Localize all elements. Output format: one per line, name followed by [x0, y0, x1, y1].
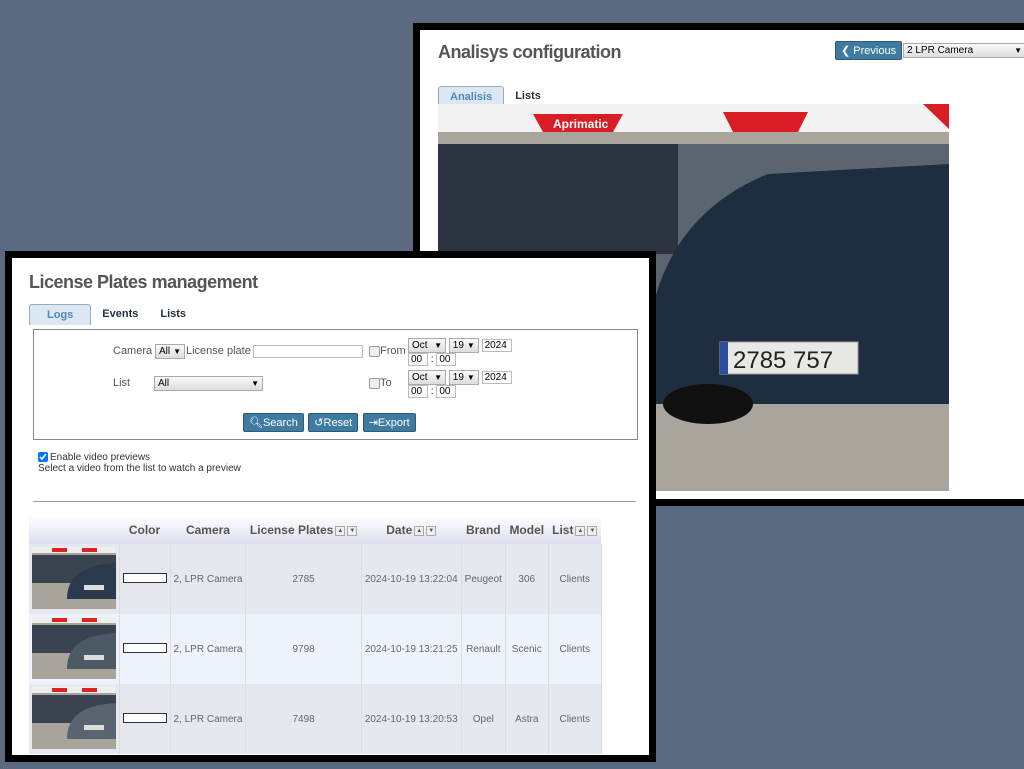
plate-text: 2785 757 — [733, 347, 833, 374]
from-minute-input[interactable]: 00 — [436, 353, 457, 366]
enable-preview-label: Enable video previews — [50, 452, 151, 463]
tab-events[interactable]: Events — [91, 304, 149, 325]
column-header[interactable]: License Plates ▲ ▼ — [245, 516, 362, 544]
color-swatch — [122, 572, 167, 583]
tab-lists[interactable]: Lists — [149, 304, 197, 325]
camera-select[interactable]: All — [155, 344, 185, 359]
to-hour-input[interactable]: 00 — [408, 385, 428, 398]
sort-asc-icon[interactable]: ▲ — [335, 525, 346, 536]
license-plate-label: License plate — [186, 345, 251, 357]
enable-preview-checkbox[interactable] — [38, 452, 48, 463]
reset-icon: ↺ — [314, 417, 324, 429]
table-row[interactable]: 2, LPR Camera 7498 2024-10-19 13:20:53 Opel… — [29, 684, 602, 754]
cell-camera: 2, LPR Camera — [170, 684, 247, 754]
column-header[interactable]: Model — [505, 516, 549, 544]
from-day-select[interactable]: 19 — [448, 338, 479, 353]
camera-label: Camera — [113, 345, 153, 357]
column-header[interactable]: Brand — [461, 516, 506, 544]
cell-date: 2024-10-19 13:21:25 — [361, 614, 462, 684]
export-icon: ⇥ — [368, 417, 378, 429]
color-swatch — [122, 642, 167, 653]
cell-brand: Renault — [461, 614, 506, 684]
previous-button[interactable]: ❮ Previous — [835, 41, 903, 60]
list-label: List — [113, 377, 131, 389]
color-swatch — [122, 712, 167, 723]
page-title: License Plates management — [29, 272, 258, 292]
cell-model: 306 — [505, 544, 549, 614]
column-header[interactable]: List ▲ ▼ — [548, 516, 602, 544]
sort-desc-icon[interactable]: ▼ — [347, 525, 358, 536]
to-checkbox[interactable] — [369, 377, 380, 389]
vehicle-thumbnail[interactable] — [31, 546, 116, 609]
table-row[interactable]: 2, LPR Camera 2785 2024-10-19 13:22:04 Peug… — [29, 544, 602, 614]
plates-table: Color Camera License Plates ▲ ▼ Date ▲ ▼ Brand Mo… — [29, 516, 602, 754]
list-select[interactable]: All — [154, 376, 263, 391]
barrier-brand-text: Aprimatic — [553, 117, 609, 131]
sort-desc-icon[interactable]: ▼ — [426, 525, 437, 536]
column-header[interactable]: Date ▲ ▼ — [361, 516, 462, 544]
sort-asc-icon[interactable]: ▲ — [575, 525, 586, 536]
cell-plate: 9798 — [245, 614, 362, 684]
table-row[interactable]: 2, LPR Camera 9798 2024-10-19 13:21:25 Rena… — [29, 614, 602, 684]
sort-desc-icon[interactable]: ▼ — [587, 525, 598, 536]
cell-model: Scenic — [505, 614, 549, 684]
page-title: Analisys configuration — [438, 42, 622, 62]
cell-brand: Opel — [461, 684, 506, 754]
plates-window: License Plates management Logs Events Li… — [5, 251, 656, 762]
cell-date: 2024-10-19 13:20:53 — [361, 684, 462, 754]
column-header[interactable]: Color — [119, 516, 170, 544]
to-day-select[interactable]: 19 — [448, 370, 479, 385]
reset-button[interactable]: ↺Reset — [308, 413, 359, 432]
license-plate-input[interactable] — [253, 345, 363, 358]
column-header[interactable] — [29, 516, 119, 544]
search-icon: 🔍︎ — [249, 417, 263, 429]
column-header[interactable]: Camera — [170, 516, 246, 544]
cell-plate: 7498 — [245, 684, 362, 754]
chevron-left-icon: ❮ — [841, 45, 854, 57]
to-date: Oct 19 2024 00 : 00 — [408, 370, 512, 398]
search-button[interactable]: 🔍︎Search — [243, 413, 304, 432]
camera-select[interactable]: 2 LPR Camera — [903, 43, 1024, 58]
from-date: Oct 19 2024 00 : 00 — [408, 338, 512, 366]
vehicle-thumbnail[interactable] — [31, 686, 116, 749]
sort-asc-icon[interactable]: ▲ — [414, 525, 425, 536]
from-year-input[interactable]: 2024 — [481, 339, 512, 352]
from-month-select[interactable]: Oct — [408, 338, 446, 353]
from-hour-input[interactable]: 00 — [408, 353, 428, 366]
cell-camera: 2, LPR Camera — [170, 614, 247, 684]
cell-list: Clients — [548, 614, 602, 684]
tab-logs[interactable]: Logs — [29, 304, 92, 325]
preview-hint: Select a video from the list to watch a … — [38, 463, 241, 474]
to-month-select[interactable]: Oct — [408, 370, 446, 385]
cell-date: 2024-10-19 13:22:04 — [361, 544, 462, 614]
cell-brand: Peugeot — [461, 544, 506, 614]
cell-list: Clients — [548, 544, 602, 614]
filter-panel: Camera All License plate List All From T… — [33, 329, 638, 440]
cell-camera: 2, LPR Camera — [170, 544, 247, 614]
cell-plate: 2785 — [245, 544, 362, 614]
to-minute-input[interactable]: 00 — [436, 385, 457, 398]
export-button[interactable]: ⇥Export — [362, 413, 416, 432]
to-year-input[interactable]: 2024 — [481, 371, 512, 384]
vehicle-thumbnail[interactable] — [31, 616, 116, 679]
cell-list: Clients — [548, 684, 602, 754]
cell-model: Astra — [505, 684, 549, 754]
from-checkbox[interactable] — [369, 345, 380, 357]
